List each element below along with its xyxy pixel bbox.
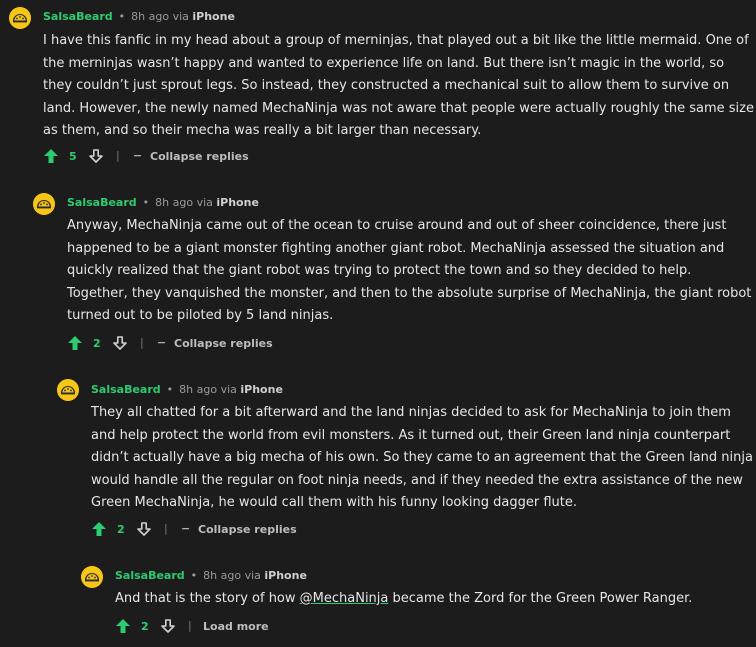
username-link[interactable]: SalsaBeard — [91, 383, 161, 396]
username-link[interactable]: SalsaBeard — [115, 569, 185, 582]
via-label: via — [244, 569, 261, 582]
comment-meta: SalsaBeard • 8h ago via iPhone — [91, 383, 283, 396]
comment-body: I have this fanfic in my head about a gr… — [43, 33, 754, 138]
device-label: iPhone — [192, 10, 235, 23]
comment-body: They all chatted for a bit afterward and… — [91, 405, 753, 510]
via-label: via — [220, 383, 237, 396]
taco-avatar-icon[interactable] — [33, 193, 55, 215]
comment-text: And that is the story of how — [115, 591, 300, 606]
bullet-separator: • — [190, 569, 198, 582]
timestamp: 8h ago — [155, 196, 194, 209]
timestamp: 8h ago — [131, 10, 170, 23]
via-label: via — [172, 10, 189, 23]
username-link[interactable]: SalsaBeard — [67, 196, 137, 209]
comment-actions: 2 | − Collapse replies — [91, 521, 311, 539]
action-separator: | — [188, 619, 192, 632]
bullet-separator: • — [118, 10, 126, 23]
username-link[interactable]: SalsaBeard — [43, 10, 113, 23]
downvote-arrow-icon[interactable] — [88, 148, 104, 164]
user-mention-link[interactable]: @MechaNinja — [300, 591, 389, 606]
comment-body: Anyway, MechaNinja came out of the ocean… — [67, 218, 752, 323]
taco-avatar-icon[interactable] — [57, 379, 79, 401]
comment-meta: SalsaBeard • 8h ago via iPhone — [67, 196, 259, 209]
collapse-replies-button[interactable]: Collapse replies — [150, 150, 249, 163]
collapse-dash-icon[interactable]: − — [181, 522, 190, 535]
comment-body: And that is the story of how @MechaNinja… — [115, 588, 755, 611]
vote-score: 2 — [141, 620, 149, 633]
comment-actions: 2 | Load more — [115, 618, 335, 636]
comment-actions: 5 | − Collapse replies — [43, 148, 263, 166]
vote-score: 5 — [69, 150, 77, 163]
action-separator: | — [140, 336, 144, 349]
bullet-separator: • — [166, 383, 174, 396]
upvote-arrow-icon[interactable] — [115, 618, 131, 634]
collapse-replies-button[interactable]: Collapse replies — [198, 523, 297, 536]
comment-text: became the Zord for the Green Power Rang… — [388, 591, 693, 606]
comment-meta: SalsaBeard • 8h ago via iPhone — [115, 569, 307, 582]
device-label: iPhone — [216, 196, 259, 209]
bullet-separator: • — [142, 196, 150, 209]
upvote-arrow-icon[interactable] — [91, 521, 107, 537]
collapse-dash-icon[interactable]: − — [133, 149, 142, 162]
action-separator: | — [164, 522, 168, 535]
device-label: iPhone — [264, 569, 307, 582]
downvote-arrow-icon[interactable] — [136, 521, 152, 537]
downvote-arrow-icon[interactable] — [112, 335, 128, 351]
device-label: iPhone — [240, 383, 283, 396]
vote-score: 2 — [117, 523, 125, 536]
timestamp: 8h ago — [179, 383, 218, 396]
downvote-arrow-icon[interactable] — [160, 618, 176, 634]
upvote-arrow-icon[interactable] — [43, 148, 59, 164]
taco-avatar-icon[interactable] — [9, 7, 31, 29]
comment-actions: 2 | − Collapse replies — [67, 335, 287, 353]
load-more-button[interactable]: Load more — [203, 620, 269, 633]
timestamp: 8h ago — [203, 569, 242, 582]
collapse-dash-icon[interactable]: − — [157, 336, 166, 349]
action-separator: | — [116, 149, 120, 162]
taco-avatar-icon[interactable] — [81, 566, 103, 588]
upvote-arrow-icon[interactable] — [67, 335, 83, 351]
via-label: via — [196, 196, 213, 209]
comment-meta: SalsaBeard • 8h ago via iPhone — [43, 10, 235, 23]
vote-score: 2 — [93, 337, 101, 350]
collapse-replies-button[interactable]: Collapse replies — [174, 337, 273, 350]
